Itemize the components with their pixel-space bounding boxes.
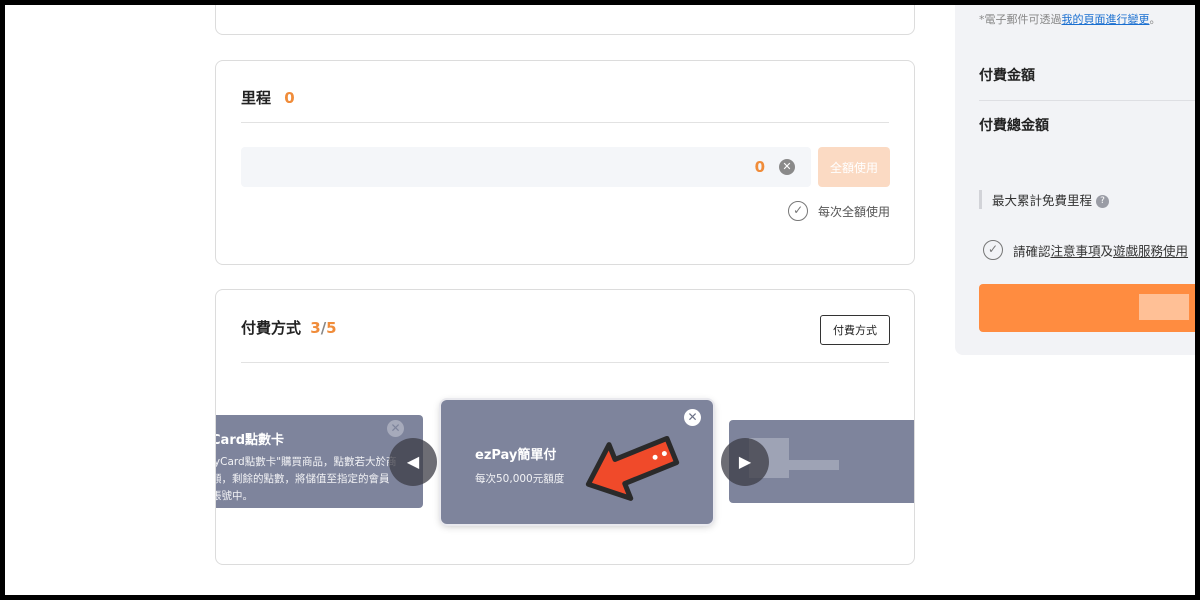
slide-ezpay[interactable]: ezPay簡單付 每次50,000元額度 ✕ [441,400,713,524]
use-all-button[interactable]: 全額使用 [818,147,890,187]
blurred-button-label [1139,294,1189,320]
close-icon[interactable]: ✕ [779,159,795,175]
close-icon[interactable]: ✕ [684,409,701,426]
payment-divider [241,362,889,363]
payment-section: 付費方式 3/5 付費方式 Card點數卡 lyCard點數卡"購買商品，點數若… [215,289,915,565]
slide-mycard-line-3: 帳號中。 [215,490,253,502]
app-frame: 里程 0 0 ✕ 全額使用 ✓ 每次全額使用 付費方式 3/5 付費方式 Car… [5,5,1195,595]
submit-payment-button[interactable] [979,284,1195,332]
service-terms-link[interactable]: 遊戲服務使用 [1113,244,1188,259]
max-free-miles: 最大累計免費里程? [979,190,1110,209]
pay-amount-label: 付費金額 [979,68,1035,84]
miles-divider [241,122,889,123]
close-icon[interactable]: ✕ [387,420,404,437]
payment-title: 付費方式 3/5 [241,319,337,337]
each-time-label: 每次全額使用 [817,204,890,219]
help-icon[interactable]: ? [1096,195,1110,208]
miles-section: 里程 0 0 ✕ 全額使用 ✓ 每次全額使用 [215,60,915,265]
miles-title: 里程 0 [241,89,295,107]
payment-current: 3 [310,319,321,337]
summary-divider [979,100,1195,101]
miles-input[interactable]: 0 ✕ [241,147,811,187]
email-note: *電子郵件可透過我的頁面進行變更。 [979,13,1161,26]
notice-link[interactable]: 注意事項 [1051,244,1101,259]
blurred-text [789,460,839,470]
miles-count: 0 [284,89,295,107]
arrow-pointer-icon [585,435,680,501]
payment-method-button[interactable]: 付費方式 [820,315,890,345]
my-page-link[interactable]: 我的頁面進行變更 [1062,13,1150,26]
pay-total-label: 付費總金額 [979,118,1049,134]
next-slide-button[interactable]: ▶ [721,438,769,486]
each-time-full-use-toggle[interactable]: ✓ 每次全額使用 [788,201,890,221]
terms-confirm[interactable]: ✓ 請確認注意事項及遊戲服務使用 [983,240,1188,260]
order-summary-sidebar: *電子郵件可透過我的頁面進行變更。 付費金額 付費總金額 最大累計免費里程? ✓… [955,5,1195,355]
check-circle-icon[interactable]: ✓ [983,240,1003,260]
prev-slide-button[interactable]: ◀ [389,438,437,486]
miles-input-value: 0 [754,158,765,176]
payment-total: 5 [326,319,337,337]
previous-section-card [215,5,915,35]
check-circle-icon[interactable]: ✓ [788,201,809,221]
